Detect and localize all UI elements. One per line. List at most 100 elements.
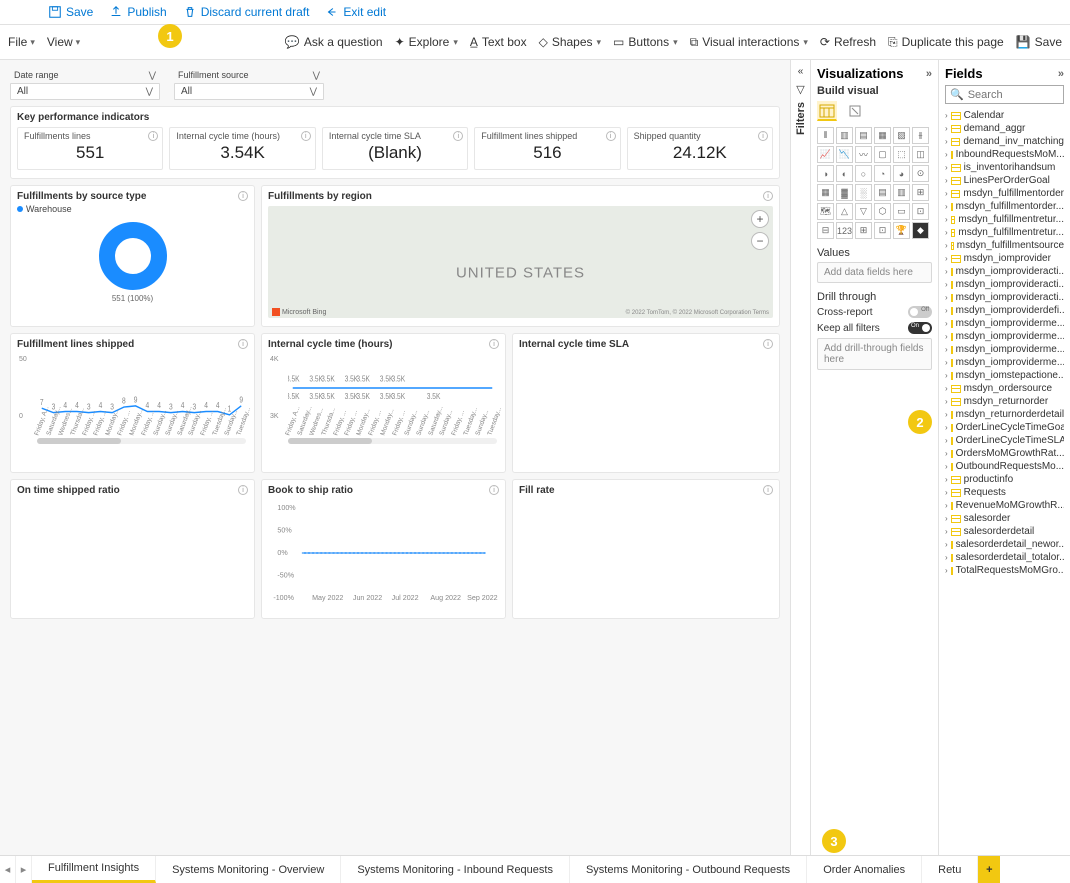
field-table[interactable]: ›OrdersMoMGrowthRat... [945, 447, 1064, 460]
info-icon[interactable]: i [238, 191, 248, 201]
viz-type-icon[interactable]: ◆ [912, 222, 929, 239]
tile-on-time[interactable]: On time shipped ratio i [10, 479, 255, 619]
info-icon[interactable]: i [301, 131, 311, 141]
kpi-card[interactable]: i Fulfillment lines shipped 516 [474, 127, 620, 170]
tile-cycle-time[interactable]: Internal cycle time (hours) i 4K3K 3.5K3… [261, 333, 506, 473]
visual-interactions-menu[interactable]: ⧉Visual interactions▾ [690, 35, 808, 50]
explore-menu[interactable]: ✦Explore▾ [395, 35, 458, 49]
format-visual-tab[interactable] [845, 101, 865, 121]
discard-button[interactable]: Discard current draft [183, 5, 310, 19]
page-tab[interactable]: Systems Monitoring - Inbound Requests [341, 856, 570, 883]
field-table[interactable]: ›msdyn_iomproviderdefi... [945, 304, 1064, 317]
viz-type-icon[interactable]: ▢ [874, 146, 891, 163]
viz-type-icon[interactable]: ▦ [817, 184, 834, 201]
tile-lines-shipped[interactable]: Fulfillment lines shipped i 500 73443438… [10, 333, 255, 473]
tile-by-source-type[interactable]: Fulfillments by source type i Warehouse … [10, 185, 255, 327]
field-table[interactable]: ›salesorderdetail [945, 525, 1064, 538]
collapse-icon[interactable]: » [926, 68, 932, 80]
kpi-card[interactable]: i Shipped quantity 24.12K [627, 127, 773, 170]
info-icon[interactable]: i [238, 339, 248, 349]
shapes-menu[interactable]: ◇Shapes▾ [539, 35, 601, 49]
map-zoom-in[interactable]: + [751, 210, 769, 228]
viz-type-icon[interactable]: ○ [855, 165, 872, 182]
info-icon[interactable]: i [758, 131, 768, 141]
viz-type-icon[interactable]: ▭ [893, 203, 910, 220]
field-table[interactable]: ›msdyn_iomproviderme... [945, 317, 1064, 330]
field-table[interactable]: ›msdyn_fulfillmentretur... [945, 213, 1064, 226]
viz-type-icon[interactable]: 🏆 [893, 222, 910, 239]
field-table[interactable]: ›OrderLineCycleTimeSLA [945, 434, 1064, 447]
field-table[interactable]: ›Calendar [945, 109, 1064, 122]
slicer-fulfillment-source[interactable]: Fulfillment source⋁ All⋁ [174, 68, 324, 100]
field-table[interactable]: ›msdyn_fulfillmentorder... [945, 200, 1064, 213]
field-table[interactable]: ›salesorder [945, 512, 1064, 525]
page-tab[interactable]: Fulfillment Insights [32, 856, 156, 883]
viz-type-icon[interactable]: ◐ [836, 165, 853, 182]
field-table[interactable]: ›RevenueMoMGrowthR... [945, 499, 1064, 512]
field-table[interactable]: ›msdyn_iomprovideracti... [945, 278, 1064, 291]
save-button[interactable]: Save [48, 5, 93, 19]
tab-nav-prev[interactable]: ◂ [0, 856, 16, 883]
viz-type-icon[interactable]: ▓ [836, 184, 853, 201]
viz-type-icon[interactable]: ⫴ [817, 127, 834, 144]
kpi-card[interactable]: i Internal cycle time (hours) 3.54K [169, 127, 315, 170]
viz-type-icon[interactable]: ◑ [817, 165, 834, 182]
viz-type-icon[interactable]: ▥ [836, 127, 853, 144]
field-table[interactable]: ›msdyn_fulfillmentsource [945, 239, 1064, 252]
viz-type-icon[interactable]: ▧ [893, 127, 910, 144]
field-table[interactable]: ›msdyn_ordersource [945, 382, 1064, 395]
field-table[interactable]: ›msdyn_iomprovideracti... [945, 291, 1064, 304]
viz-type-icon[interactable]: ▤ [855, 127, 872, 144]
ask-question-button[interactable]: 💬Ask a question [285, 35, 383, 49]
viz-type-icon[interactable]: ⊙ [912, 165, 929, 182]
viz-type-icon[interactable]: 123 [836, 222, 853, 239]
field-table[interactable]: ›msdyn_returnorderdetail [945, 408, 1064, 421]
exit-edit-button[interactable]: Exit edit [325, 5, 386, 19]
page-tab[interactable]: Systems Monitoring - Outbound Requests [570, 856, 807, 883]
map-visual[interactable]: UNITED STATES + − Microsoft Bing © 2022 … [268, 206, 773, 318]
field-table[interactable]: ›OutboundRequestsMo... [945, 460, 1064, 473]
field-table[interactable]: ›OrderLineCycleTimeGoal [945, 421, 1064, 434]
field-table[interactable]: ›productinfo [945, 473, 1064, 486]
collapse-icon[interactable]: » [1058, 68, 1064, 80]
viz-type-icon[interactable]: ░ [855, 184, 872, 201]
drillthrough-dropzone[interactable]: Add drill-through fields here [817, 338, 932, 370]
viz-type-icon[interactable]: ◕ [893, 165, 910, 182]
add-page-button[interactable]: + [978, 856, 1000, 883]
field-table[interactable]: ›msdyn_iomstepactione... [945, 369, 1064, 382]
viz-type-icon[interactable]: ⊞ [912, 184, 929, 201]
kpi-card[interactable]: i Fulfillments lines 551 [17, 127, 163, 170]
viz-type-icon[interactable]: △ [836, 203, 853, 220]
textbox-button[interactable]: A̲Text box [470, 35, 527, 49]
viz-type-icon[interactable]: 🗺 [817, 203, 834, 220]
viz-type-icon[interactable]: ▤ [874, 184, 891, 201]
viz-type-icon[interactable]: ▥ [893, 184, 910, 201]
field-table[interactable]: ›demand_aggr [945, 122, 1064, 135]
expand-icon[interactable]: « [798, 66, 804, 77]
map-zoom-out[interactable]: − [751, 232, 769, 250]
viz-type-icon[interactable]: ◔ [874, 165, 891, 182]
report-canvas[interactable]: Date range⋁ All⋁ Fulfillment source⋁ All… [0, 60, 790, 855]
viz-type-icon[interactable]: ◫ [912, 146, 929, 163]
buttons-menu[interactable]: ▭Buttons▾ [613, 35, 678, 49]
field-table[interactable]: ›is_inventorihandsum [945, 161, 1064, 174]
kpi-card[interactable]: i Internal cycle time SLA (Blank) [322, 127, 468, 170]
save-button-2[interactable]: 💾Save [1016, 35, 1062, 49]
view-menu[interactable]: View▾ [47, 35, 80, 49]
field-table[interactable]: ›InboundRequestsMoM... [945, 148, 1064, 161]
viz-type-icon[interactable]: ⬚ [893, 146, 910, 163]
field-table[interactable]: ›msdyn_iomprovider [945, 252, 1064, 265]
tab-nav-next[interactable]: ▸ [16, 856, 32, 883]
field-table[interactable]: ›LinesPerOrderGoal [945, 174, 1064, 187]
info-icon[interactable]: i [148, 131, 158, 141]
fields-search[interactable]: 🔍 [945, 85, 1064, 104]
field-table[interactable]: ›msdyn_fulfillmentorder [945, 187, 1064, 200]
field-table[interactable]: ›msdyn_returnorder [945, 395, 1064, 408]
publish-button[interactable]: Publish [109, 5, 166, 19]
viz-type-icon[interactable]: ⊞ [855, 222, 872, 239]
viz-type-icon[interactable]: ⫵ [912, 127, 929, 144]
page-tab[interactable]: Order Anomalies [807, 856, 922, 883]
viz-type-icon[interactable]: 📉 [836, 146, 853, 163]
filters-rail[interactable]: « ▽ Filters [790, 60, 810, 855]
viz-type-icon[interactable]: ▽ [855, 203, 872, 220]
